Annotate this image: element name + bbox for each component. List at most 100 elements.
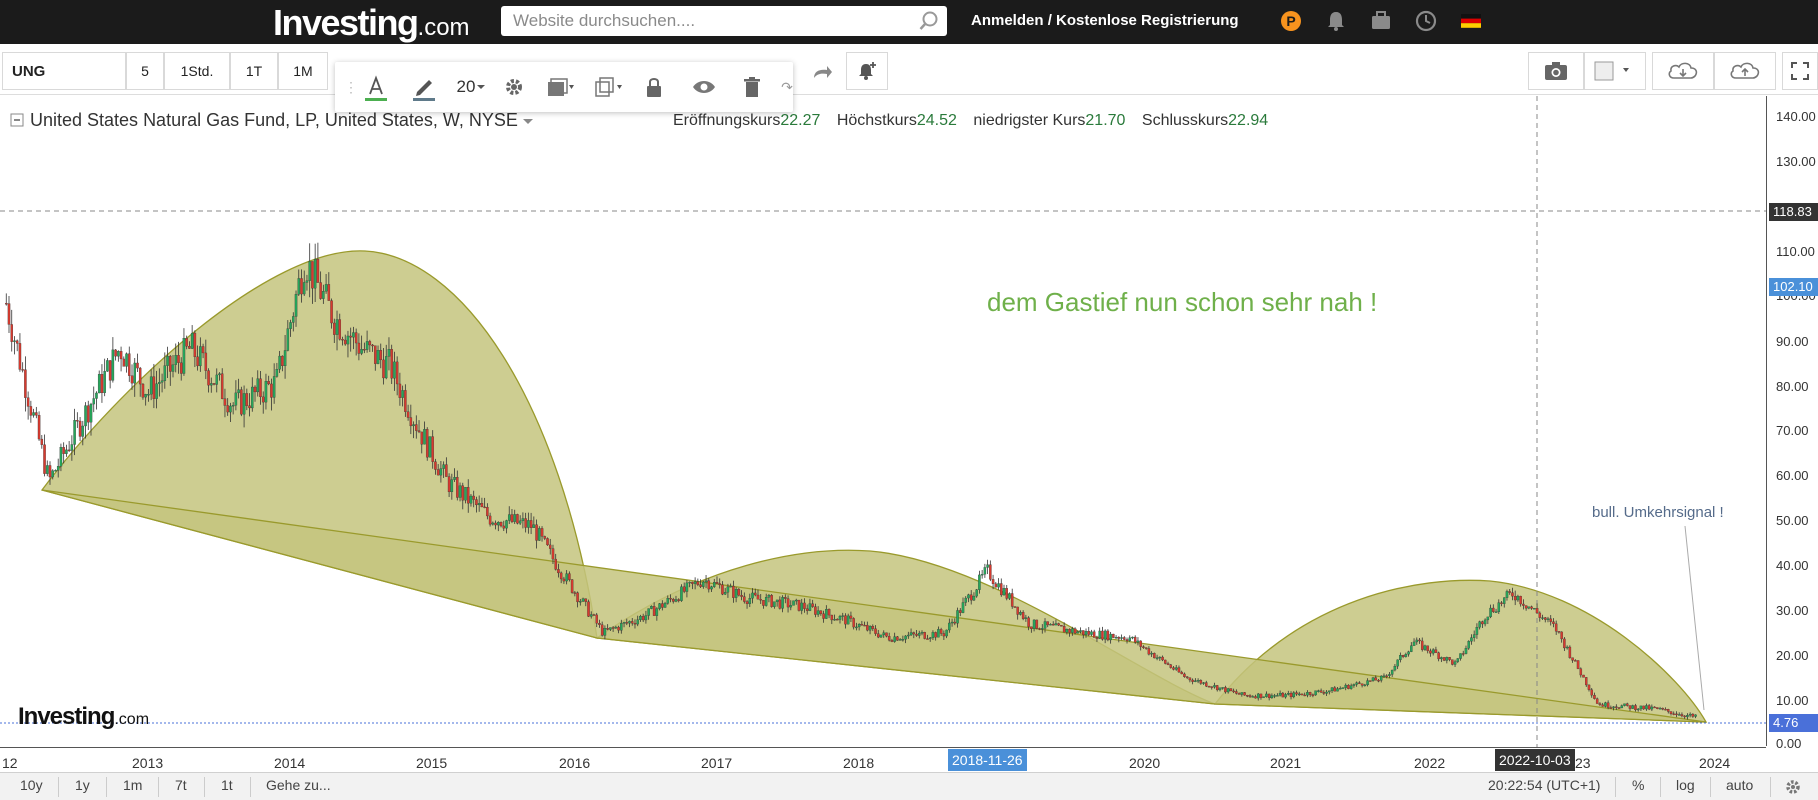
candle-body <box>81 425 85 437</box>
candle-body <box>1371 677 1375 681</box>
fill-button[interactable] <box>541 70 581 104</box>
candle-body <box>732 585 735 598</box>
candle-body <box>874 628 877 634</box>
range-1m[interactable]: 1m <box>123 777 142 793</box>
german-flag-icon[interactable] <box>1458 8 1484 34</box>
candle-body <box>983 567 987 575</box>
candle-body <box>1656 707 1659 709</box>
candle-body <box>1188 677 1192 681</box>
candle-body <box>472 495 475 500</box>
candle-body <box>898 639 902 641</box>
candle-body <box>1508 591 1511 593</box>
high-value: 24.52 <box>916 112 957 129</box>
briefcase-icon[interactable] <box>1368 8 1394 34</box>
cloud-download-button[interactable] <box>1652 52 1714 90</box>
cloud-upload-button[interactable] <box>1714 52 1776 90</box>
y-tick-label: 80.00 <box>1776 379 1809 394</box>
text-color-button[interactable] <box>359 70 393 104</box>
candle-body <box>1317 690 1320 692</box>
candle-body <box>264 381 268 403</box>
range-1y[interactable]: 1y <box>75 777 90 793</box>
interval-5[interactable]: 5 <box>126 52 164 90</box>
candle-body <box>953 621 957 624</box>
goto-date[interactable]: Gehe zu... <box>266 777 331 793</box>
candle-body <box>937 629 940 638</box>
candle-body <box>532 524 536 528</box>
chart-drawings[interactable] <box>40 250 1708 723</box>
fullscreen-button[interactable] <box>1782 52 1818 90</box>
signal-arrow-line[interactable] <box>1684 525 1705 711</box>
candle-body <box>1442 657 1446 661</box>
investing-pro-icon[interactable]: P <box>1278 8 1304 34</box>
candle-body <box>1226 688 1230 693</box>
collapse-legend-icon[interactable] <box>10 113 24 127</box>
percent-toggle[interactable]: % <box>1632 777 1644 793</box>
symbol-input[interactable]: UNG <box>2 52 126 90</box>
log-toggle[interactable]: log <box>1676 777 1695 793</box>
layout-select[interactable] <box>1584 52 1646 90</box>
screenshot-button[interactable] <box>1528 52 1584 90</box>
redo-button[interactable] <box>808 60 838 90</box>
clone-button[interactable] <box>589 70 629 104</box>
candle-body <box>734 589 738 598</box>
bell-icon[interactable] <box>1323 8 1349 34</box>
delete-button[interactable] <box>735 70 769 104</box>
candle-body <box>95 392 98 399</box>
clock-icon[interactable] <box>1413 8 1439 34</box>
interval-1h[interactable]: 1Std. <box>164 52 230 90</box>
candle-body <box>458 485 462 498</box>
candle-body <box>969 594 973 601</box>
candle-body <box>672 599 675 602</box>
candle-body <box>775 599 779 602</box>
candle-body <box>584 598 588 602</box>
alert-button[interactable] <box>846 52 888 90</box>
candle-body <box>1254 696 1257 699</box>
search-icon[interactable] <box>918 10 940 32</box>
redo-icon[interactable]: ↷ <box>781 70 793 104</box>
candle-body <box>453 477 456 480</box>
text-annotation-main[interactable]: dem Gastief nun schon sehr nah ! <box>987 287 1377 318</box>
candle-body <box>978 574 981 590</box>
candle-body <box>855 626 858 629</box>
chart-canvas[interactable] <box>0 96 1818 750</box>
candle-body <box>516 514 519 524</box>
register-link[interactable]: Kostenlose Registrierung <box>1056 12 1239 29</box>
candle-body <box>1410 645 1413 652</box>
visibility-button[interactable] <box>687 70 721 104</box>
candle-body <box>912 632 916 635</box>
candle-body <box>871 625 875 629</box>
candle-body <box>499 522 503 527</box>
x-tick-label: 2017 <box>701 755 733 771</box>
candle-body <box>253 386 257 393</box>
range-1t[interactable]: 1t <box>221 777 233 793</box>
candle-body <box>562 578 566 582</box>
range-7t[interactable]: 7t <box>175 777 187 793</box>
investing-logo[interactable]: Investing.com <box>273 2 470 44</box>
candle-body <box>48 465 52 478</box>
candle-body <box>313 259 317 289</box>
chevron-down-icon[interactable] <box>522 116 534 126</box>
auto-toggle[interactable]: auto <box>1726 777 1753 793</box>
candle-body <box>628 621 631 624</box>
candle-body <box>617 626 620 631</box>
lock-button[interactable] <box>637 70 671 104</box>
price-chart[interactable] <box>0 96 1766 748</box>
candle-body <box>122 358 126 367</box>
gear-icon[interactable] <box>1784 778 1802 796</box>
candle-body <box>1634 705 1637 711</box>
font-size-select[interactable]: 20 <box>452 70 490 104</box>
range-10y[interactable]: 10y <box>20 777 43 793</box>
candle-body <box>141 383 145 398</box>
candle-body <box>1229 688 1233 692</box>
candle-body <box>1437 652 1440 660</box>
interval-1d[interactable]: 1T <box>230 52 278 90</box>
text-annotation-signal[interactable]: bull. Umkehrsignal ! <box>1592 504 1724 521</box>
drag-handle-icon[interactable]: ⋮ <box>344 70 358 104</box>
candle-body <box>87 405 90 423</box>
login-link[interactable]: Anmelden <box>971 12 1044 29</box>
candle-body <box>365 341 369 350</box>
search-input[interactable] <box>501 6 947 36</box>
interval-1m[interactable]: 1M <box>278 52 328 90</box>
pencil-color-button[interactable] <box>407 70 441 104</box>
settings-button[interactable] <box>497 70 531 104</box>
